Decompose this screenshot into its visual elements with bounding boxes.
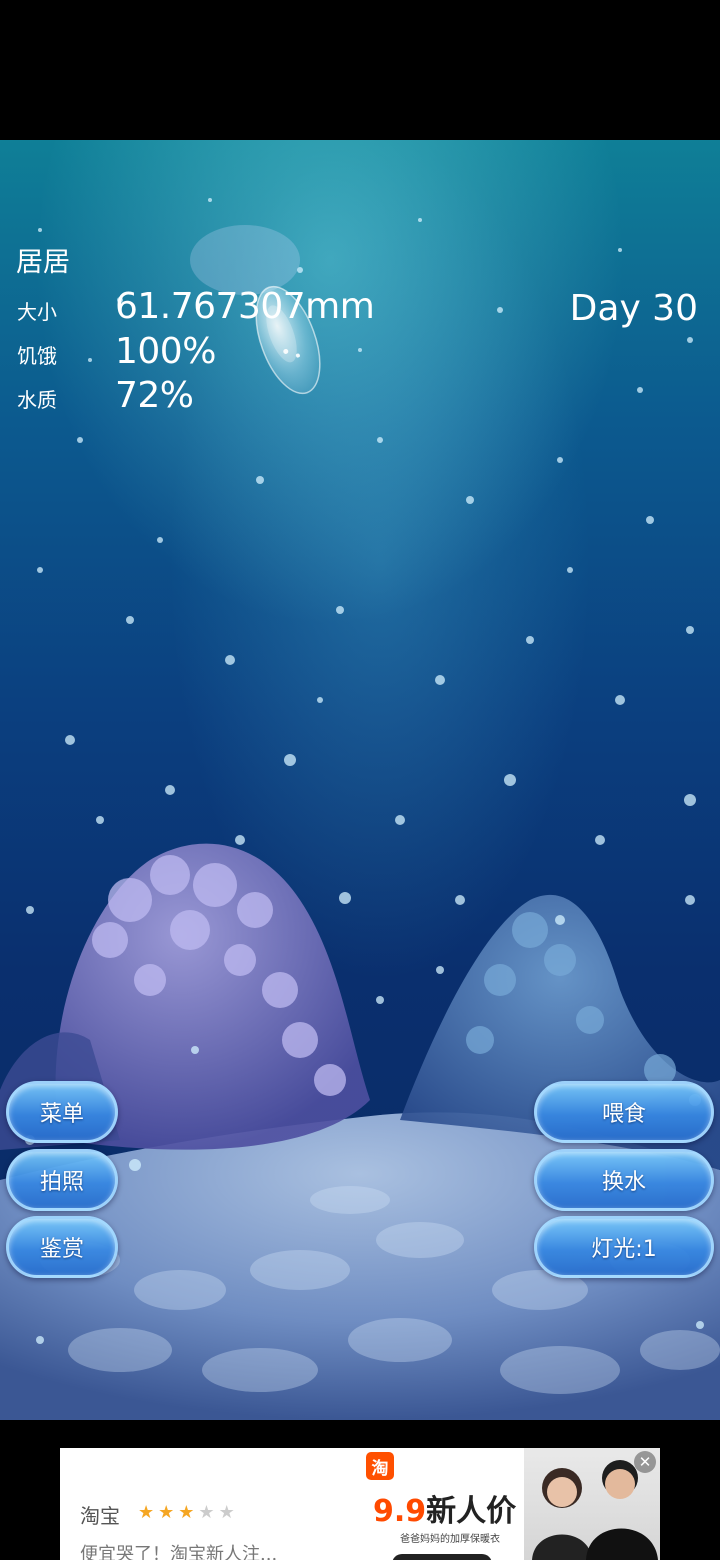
stat-size-value: 61.767307mm [115,286,375,327]
ad-price-text: 新人价 [426,1494,517,1529]
change-water-button[interactable]: 换水 [534,1149,714,1211]
ad-banner[interactable]: 淘宝 ★★★★★ 便宜哭了！淘宝新人注... 淘 9.9新人价 爸爸妈妈的加厚保… [60,1448,660,1560]
ad-script-subtitle: 便宜哭了！淘宝新人注... [80,1544,278,1560]
stat-size-label: 大小 [17,300,57,324]
close-icon[interactable]: ✕ [634,1451,656,1473]
star-icon: ★ [158,1502,179,1523]
feed-button[interactable]: 喂食 [534,1081,714,1143]
ad-price-number: 9.9 [373,1494,427,1529]
appreciate-button[interactable]: 鉴赏 [6,1216,118,1278]
taobao-logo: 淘 [366,1452,394,1480]
star-icon: ★ [178,1502,199,1523]
ad-cta-button[interactable] [392,1554,492,1560]
ad-script-title: 淘宝 [80,1504,120,1528]
top-status-area [0,0,720,140]
stat-hunger-value: 100% [115,331,216,372]
ad-price: 9.9新人价 [373,1486,516,1530]
ad-rating: ★★★★★ [138,1502,239,1523]
photo-button[interactable]: 拍照 [6,1149,118,1211]
stat-hunger-label: 饥饿 [17,344,57,368]
star-icon: ★ [138,1502,159,1523]
pet-name: 居居 [16,247,70,278]
star-empty-icon: ★ [218,1502,239,1523]
ad-description: 爸爸妈妈的加厚保暖衣 [400,1534,500,1545]
day-counter: Day 30 [569,288,698,329]
stat-water-value: 72% [115,375,194,416]
star-empty-icon: ★ [198,1502,219,1523]
stat-water-label: 水质 [17,388,57,412]
menu-button[interactable]: 菜单 [6,1081,118,1143]
light-button[interactable]: 灯光:1 [534,1216,714,1278]
